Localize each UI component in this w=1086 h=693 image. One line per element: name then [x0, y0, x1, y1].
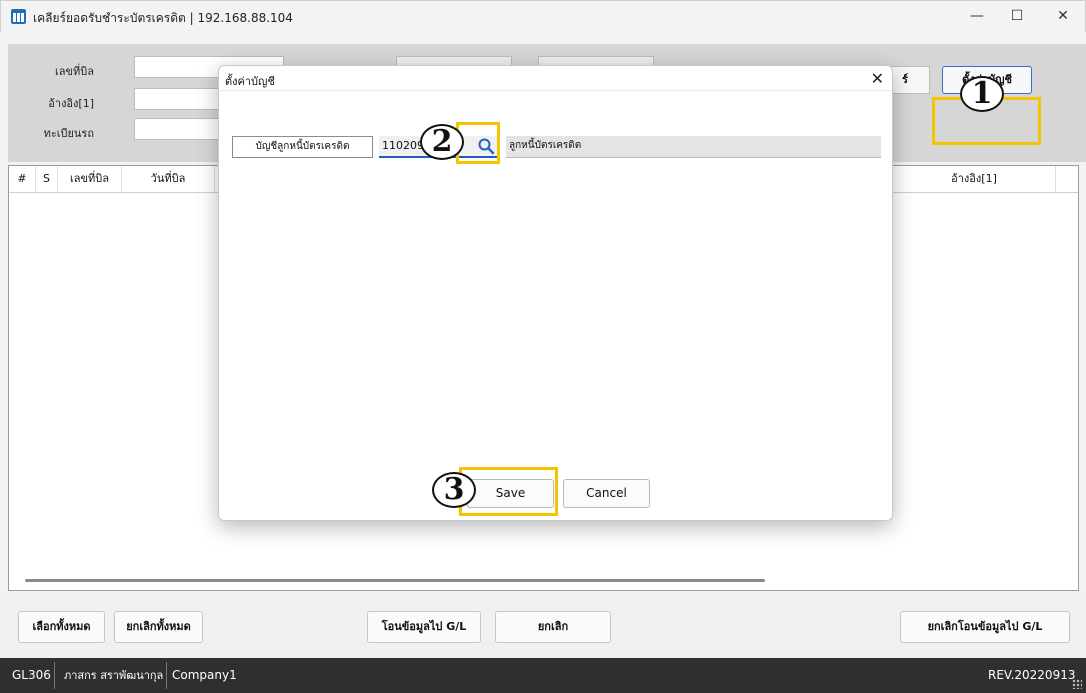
select-all-button[interactable]: เลือกทั้งหมด [18, 611, 105, 643]
cancel-button[interactable]: ยกเลิก [495, 611, 611, 643]
cancel-transfer-gl-button[interactable]: ยกเลิกโอนข้อมูลไป G/L [900, 611, 1070, 643]
step-badge-1: 1 [960, 76, 1004, 112]
bottom-toolbar: เลือกทั้งหมด ยกเลิกทั้งหมด โอนข้อมูลไป G… [0, 593, 1086, 657]
transfer-gl-button[interactable]: โอนข้อมูลไป G/L [367, 611, 481, 643]
col-index[interactable]: # [9, 166, 36, 192]
revision-label: REV.20220913 [988, 668, 1076, 682]
col-bill-no[interactable]: เลขที่บิล [58, 166, 122, 192]
bill-no-label: เลขที่บิล [55, 65, 94, 78]
user-name: ภาสกร สราพัฒนากุล [64, 669, 164, 682]
dialog-divider [219, 90, 892, 91]
status-divider [54, 662, 55, 689]
dialog-cancel-button[interactable]: Cancel [563, 479, 650, 508]
col-ref1[interactable]: อ้างอิง[1] [893, 166, 1056, 192]
program-code: GL306 [12, 668, 51, 682]
account-label: บัญชีลูกหนี้บัตรเครดิต [232, 136, 373, 158]
step-badge-2: 2 [420, 124, 464, 160]
dialog-close-icon[interactable]: ✕ [871, 69, 884, 88]
status-bar: GL306 ภาสกร สราพัฒนากุล Company1 REV.202… [0, 658, 1086, 693]
col-status[interactable]: S [36, 166, 58, 192]
maximize-button[interactable]: ☐ [997, 5, 1037, 29]
plate-label: ทะเบียนรถ [43, 127, 94, 140]
company-name: Company1 [172, 668, 237, 682]
minimize-button[interactable]: — [957, 5, 997, 29]
col-bill-date[interactable]: วันที่บิล [122, 166, 215, 192]
resize-grip-icon[interactable] [1072, 679, 1082, 689]
step-badge-3: 3 [432, 472, 476, 508]
account-name-field: ลูกหนี้บัตรเครดิต [506, 136, 881, 158]
window-title: เคลียร์ยอดรับชำระบัตรเครดิต | 192.168.88… [33, 11, 293, 25]
close-window-button[interactable]: ✕ [1043, 5, 1083, 29]
ref1-label: อ้างอิง[1] [48, 97, 94, 110]
dialog-title: ตั้งค่าบัญชี [225, 75, 275, 88]
app-calendar-icon [11, 9, 26, 24]
title-bar: เคลียร์ยอดรับชำระบัตรเครดิต | 192.168.88… [0, 0, 1086, 32]
horizontal-scrollbar[interactable] [25, 579, 765, 582]
unselect-all-button[interactable]: ยกเลิกทั้งหมด [114, 611, 203, 643]
account-setup-dialog: ตั้งค่าบัญชี ✕ บัญชีลูกหนี้บัตรเครดิต 11… [218, 65, 893, 521]
status-divider [166, 662, 167, 689]
